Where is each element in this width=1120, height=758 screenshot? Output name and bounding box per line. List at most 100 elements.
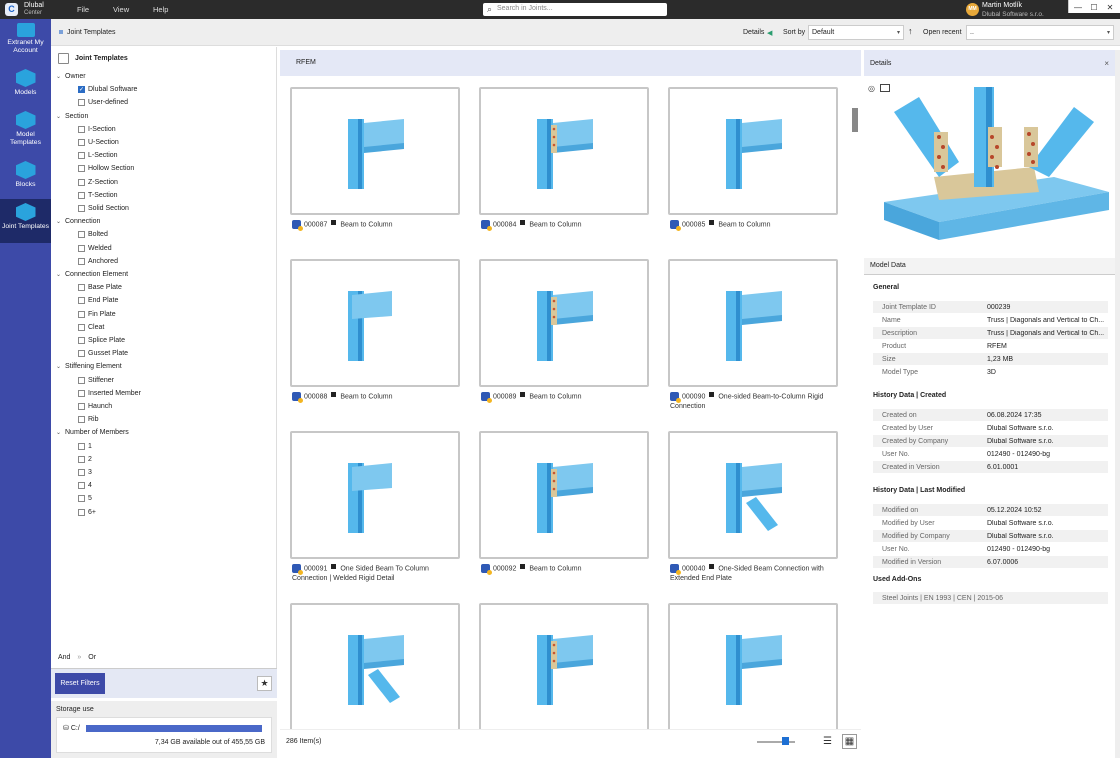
- checkbox-icon[interactable]: [78, 310, 85, 318]
- chevron-down-icon: ⌄: [56, 74, 62, 80]
- template-caption[interactable]: 000090 One-sided Beam-to-Column Rigid Con…: [670, 392, 840, 412]
- checkbox-icon[interactable]: [78, 389, 85, 397]
- separator-icon: [520, 392, 526, 398]
- checkbox-icon[interactable]: [78, 416, 85, 424]
- breadcrumb[interactable]: Joint Templates: [67, 29, 116, 36]
- joint-templates-icon: [58, 53, 69, 64]
- dropdown-icon: ▾: [1106, 30, 1110, 36]
- detail-row: User No. 012490 - 012490-bg: [873, 448, 1108, 461]
- checkbox-icon[interactable]: [78, 284, 85, 292]
- checkbox-icon[interactable]: [78, 257, 85, 265]
- and-or-toggle[interactable]: And » Or: [58, 654, 96, 661]
- template-caption[interactable]: 000084 Beam to Column: [481, 220, 651, 231]
- checkbox-icon[interactable]: [78, 178, 85, 186]
- list-view-icon[interactable]: ☰: [820, 734, 835, 749]
- template-card[interactable]: [668, 259, 838, 387]
- separator-icon: [709, 564, 715, 570]
- checkbox-icon[interactable]: [78, 508, 85, 516]
- nav-blocks[interactable]: Blocks: [0, 161, 51, 197]
- template-card[interactable]: [290, 259, 460, 387]
- checkbox-icon[interactable]: [78, 442, 85, 450]
- template-card[interactable]: [479, 87, 649, 215]
- templates-grid: RFEM 000087 Beam to Column 000084 Beam to C…: [280, 50, 861, 753]
- user-name: Martin Motlík: [982, 2, 1023, 9]
- sort-label: Sort by: [783, 29, 806, 36]
- template-caption[interactable]: 000092 Beam to Column: [481, 564, 651, 575]
- menu-help[interactable]: Help: [153, 5, 168, 14]
- checkbox-icon[interactable]: [78, 231, 85, 239]
- checkbox-icon[interactable]: [78, 99, 85, 107]
- minimize-button[interactable]: —: [1072, 3, 1084, 12]
- maximize-button[interactable]: ☐: [1088, 3, 1100, 12]
- close-icon[interactable]: ×: [1104, 59, 1109, 68]
- zoom-slider[interactable]: [757, 741, 795, 743]
- models-icon: [15, 69, 36, 87]
- chevron-down-icon: ⌄: [56, 219, 62, 226]
- checkbox-icon[interactable]: [78, 323, 85, 331]
- item-count: 286 Item(s): [286, 738, 322, 745]
- open-recent-select[interactable]: .. ▾: [966, 25, 1114, 40]
- template-caption[interactable]: 000085 Beam to Column: [670, 220, 840, 231]
- template-thumbnail: [481, 433, 647, 559]
- nav-model-templates[interactable]: Model Templates: [0, 111, 51, 155]
- template-thumbnail: [670, 433, 836, 559]
- avatar: MM: [966, 3, 979, 16]
- checkbox-icon[interactable]: [78, 165, 85, 173]
- reset-filters-button[interactable]: Reset Filters: [55, 673, 105, 694]
- template-caption[interactable]: 000091 One Sided Beam To Column Connectio…: [292, 564, 462, 584]
- template-caption[interactable]: 000089 Beam to Column: [481, 392, 651, 403]
- template-card[interactable]: [290, 603, 460, 731]
- checkbox-icon[interactable]: [78, 139, 85, 146]
- checkbox-icon[interactable]: [78, 482, 85, 490]
- checkbox-icon[interactable]: [78, 337, 85, 344]
- menu-file[interactable]: File: [77, 5, 89, 14]
- checkbox-icon[interactable]: [78, 191, 85, 199]
- star-icon[interactable]: ★: [257, 676, 272, 691]
- sort-direction-icon[interactable]: ↑: [908, 26, 913, 36]
- blocks-icon: [15, 161, 36, 179]
- checkbox-icon[interactable]: [78, 152, 85, 160]
- rfem-badge-icon: [670, 220, 681, 231]
- template-card[interactable]: [290, 87, 460, 215]
- template-card[interactable]: [479, 259, 649, 387]
- detail-row: Created by Company Dlubal Software s.r.o.: [873, 435, 1108, 448]
- checkbox-icon[interactable]: [78, 244, 85, 252]
- checkbox-icon[interactable]: [78, 350, 85, 358]
- template-card[interactable]: [479, 431, 649, 559]
- template-card[interactable]: [479, 603, 649, 731]
- user-company: Dlubal Software s.r.o.: [982, 11, 1044, 18]
- nav-joint-templates[interactable]: Joint Templates: [0, 199, 51, 243]
- details-toggle[interactable]: Details: [743, 29, 764, 36]
- nav-extranet[interactable]: Extranet My Account: [0, 23, 51, 65]
- checkbox-icon[interactable]: [78, 125, 85, 133]
- checkbox-icon[interactable]: [78, 376, 85, 384]
- nav-models[interactable]: Models: [0, 69, 51, 105]
- menu-view[interactable]: View: [113, 5, 129, 14]
- checkbox-icon[interactable]: [78, 469, 85, 476]
- joint-templates-icon: [15, 203, 36, 221]
- template-caption[interactable]: 000087 Beam to Column: [292, 220, 462, 231]
- checkbox-icon[interactable]: [78, 297, 85, 305]
- checkbox-icon[interactable]: [78, 455, 85, 463]
- rfem-badge-icon: [481, 564, 492, 575]
- template-card[interactable]: [290, 431, 460, 559]
- checkbox-icon[interactable]: [78, 495, 85, 503]
- template-card[interactable]: [668, 603, 838, 731]
- template-caption[interactable]: 000040 One-Sided Beam Connection with Ext…: [670, 564, 840, 584]
- details-panel: Details × ◎ Model Data General Joint Temp…: [864, 50, 1115, 753]
- sort-select[interactable]: Default ▾: [808, 25, 904, 40]
- checkbox-icon[interactable]: [78, 205, 85, 212]
- template-caption[interactable]: 000088 Beam to Column: [292, 392, 462, 403]
- close-button[interactable]: ✕: [1104, 3, 1116, 12]
- search-input[interactable]: ⌕ Search in Joints...: [483, 3, 667, 16]
- checkbox-icon[interactable]: ✓: [78, 86, 85, 94]
- checkbox-icon[interactable]: [78, 403, 85, 410]
- template-card[interactable]: [668, 431, 838, 559]
- brand: C Dlubal Center: [0, 0, 51, 19]
- grid-view-icon[interactable]: ▦: [842, 734, 857, 749]
- zoom-slider-handle[interactable]: [782, 737, 789, 745]
- scrollbar[interactable]: [852, 108, 858, 132]
- template-card[interactable]: [668, 87, 838, 215]
- detail-row: Modified on 05.12.2024 10:52: [873, 504, 1108, 517]
- section-title: History Data | Created: [873, 392, 947, 399]
